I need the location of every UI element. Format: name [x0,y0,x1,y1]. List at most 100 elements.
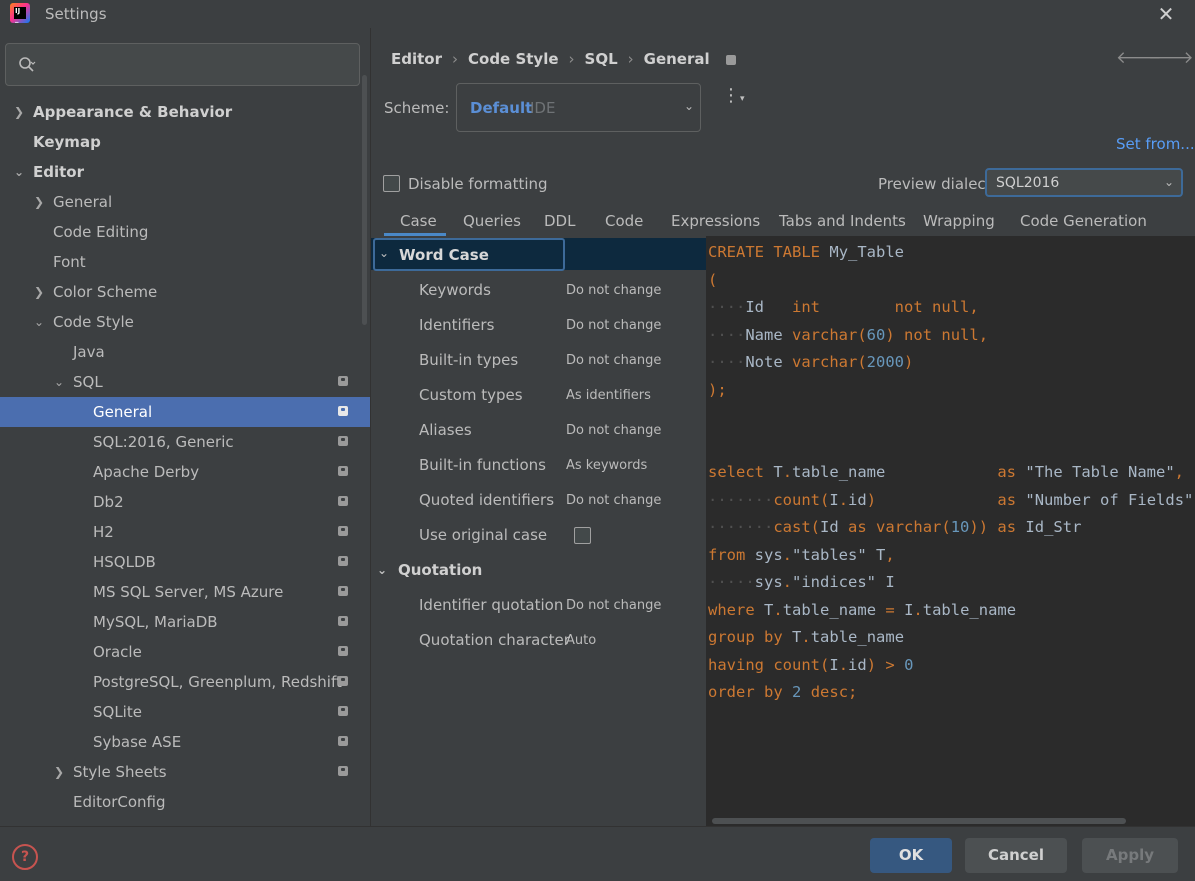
option-value[interactable]: As keywords [566,448,647,483]
close-icon[interactable]: ✕ [1155,3,1177,25]
tab-code-generation[interactable]: Code Generation [1020,212,1147,230]
tab-wrapping[interactable]: Wrapping [923,212,995,230]
breadcrumb-editor[interactable]: Editor [391,50,442,68]
sidebar-item[interactable]: General [0,397,370,427]
sidebar-item[interactable]: ⌄ SQL [0,367,370,397]
forward-arrow-icon[interactable]: 🡒 [1148,48,1194,70]
sidebar-item[interactable]: Code Editing [0,217,370,247]
tab-ddl[interactable]: DDL [544,212,575,230]
group-quotation[interactable]: ⌄ Quotation [371,554,706,586]
sidebar-item-label: H2 [93,523,114,541]
more-actions-icon[interactable]: ⋮▾ [722,87,745,118]
option-value[interactable]: Auto [566,623,596,658]
chevron-down-icon[interactable]: ⌄ [32,307,46,337]
option-value[interactable]: As identifiers [566,378,651,413]
sidebar-item[interactable]: Db2 [0,487,370,517]
option-row[interactable]: Built-in functions As keywords [371,448,706,483]
cancel-button[interactable]: Cancel [965,838,1067,873]
sidebar-item[interactable]: SQLite [0,697,370,727]
sidebar-item[interactable]: Keymap [0,127,370,157]
chevron-right-icon[interactable]: ❯ [12,97,26,127]
sidebar-item[interactable]: Font [0,247,370,277]
sidebar-item[interactable]: MySQL, MariaDB [0,607,370,637]
use-original-case-checkbox[interactable] [574,527,591,544]
scheme-type: IDE [530,99,556,117]
chevron-right-icon[interactable]: ❯ [32,277,46,307]
code-line: ·······cast(Id as varchar(10)) as Id_Str [708,518,1082,536]
sidebar-item-label: Apache Derby [93,463,200,481]
option-value[interactable]: Do not change [566,483,661,518]
option-row[interactable]: Identifiers Do not change [371,308,706,343]
code-line: ····Id int not null, [708,298,979,316]
breadcrumb: Editor › Code Style › SQL › General [391,50,736,68]
tab-code[interactable]: Code [605,212,643,230]
sidebar-item[interactable]: Java [0,337,370,367]
disable-formatting-checkbox[interactable] [383,175,400,192]
project-scope-icon [338,736,348,746]
breadcrumb-code-style[interactable]: Code Style [468,50,559,68]
code-line: from sys."tables" T, [708,545,895,564]
option-row[interactable]: Built-in types Do not change [371,343,706,378]
sidebar-item[interactable]: ❯ Color Scheme [0,277,370,307]
option-row[interactable]: Use original case [371,518,706,553]
option-name: Keywords [419,281,491,299]
search-input[interactable] [5,43,360,86]
project-scope-icon [338,496,348,506]
scheme-dropdown[interactable]: Default IDE ⌄ [456,83,701,132]
sidebar-item[interactable]: ⌄ Editor [0,157,370,187]
chevron-right-icon[interactable]: ❯ [32,187,46,217]
option-row[interactable]: Aliases Do not change [371,413,706,448]
help-icon[interactable]: ? [12,844,38,870]
option-value[interactable]: Do not change [566,588,661,623]
sidebar-item[interactable]: Oracle [0,637,370,667]
option-row[interactable]: Identifier quotation Do not change [371,588,706,623]
chevron-down-icon[interactable]: ⌄ [52,367,66,397]
sidebar-item[interactable]: PostgreSQL, Greenplum, Redshift [0,667,370,697]
code-line: select T.table_name as "The Table Name", [708,463,1185,481]
tab-case[interactable]: Case [400,212,437,230]
sidebar-item-label: Code Editing [53,223,149,241]
code-line: ····Note varchar(2000) [708,353,914,371]
chevron-right-icon[interactable]: ❯ [52,757,66,787]
option-value[interactable]: Do not change [566,413,661,448]
sidebar-item[interactable]: Apache Derby [0,457,370,487]
sidebar-item[interactable]: H2 [0,517,370,547]
option-name: Built-in types [419,351,519,369]
option-value[interactable]: Do not change [566,273,661,308]
sidebar-item[interactable]: ❯ General [0,187,370,217]
project-scope-icon [338,706,348,716]
ok-button[interactable]: OK [870,838,952,873]
sidebar-item-label: SQLite [93,703,142,721]
sidebar-scrollbar[interactable] [362,75,367,325]
sidebar-item-label: Font [53,253,86,271]
option-value[interactable]: Do not change [566,308,661,343]
code-preview[interactable]: CREATE TABLE My_Table (····Id int not nul… [706,236,1195,826]
breadcrumb-sql[interactable]: SQL [585,50,618,68]
sidebar-item[interactable]: EditorConfig [0,787,370,817]
code-preview-scrollbar[interactable] [712,818,1126,824]
tab-tabs-and-indents[interactable]: Tabs and Indents [779,212,906,230]
set-from-link[interactable]: Set from... [1116,135,1195,153]
code-line: where T.table_name = I.table_name [708,600,1017,619]
sidebar-item[interactable]: Sybase ASE [0,727,370,757]
sidebar-item-label: Db2 [93,493,124,511]
sidebar-item[interactable]: ❯ Appearance & Behavior [0,97,370,127]
sidebar-item[interactable]: ❯ Style Sheets [0,757,370,787]
option-value[interactable]: Do not change [566,343,661,378]
sidebar-item[interactable]: MS SQL Server, MS Azure [0,577,370,607]
apply-button[interactable]: Apply [1082,838,1178,873]
tab-expressions[interactable]: Expressions [671,212,760,230]
preview-dialect-select[interactable]: SQL2016 ⌄ [985,168,1183,197]
sidebar-item[interactable]: ⌄ Code Style [0,307,370,337]
back-arrow-icon[interactable]: 🡐 [1116,48,1162,70]
intellij-logo-icon: IJ _ [10,3,30,23]
tab-queries[interactable]: Queries [463,212,521,230]
sidebar-item[interactable]: HSQLDB [0,547,370,577]
sidebar-item[interactable]: SQL:2016, Generic [0,427,370,457]
option-row[interactable]: Keywords Do not change [371,273,706,308]
option-row[interactable]: Quotation character Auto [371,623,706,658]
sidebar-item-label: General [53,193,113,211]
chevron-down-icon[interactable]: ⌄ [12,157,26,187]
option-row[interactable]: Custom types As identifiers [371,378,706,413]
option-row[interactable]: Quoted identifiers Do not change [371,483,706,518]
